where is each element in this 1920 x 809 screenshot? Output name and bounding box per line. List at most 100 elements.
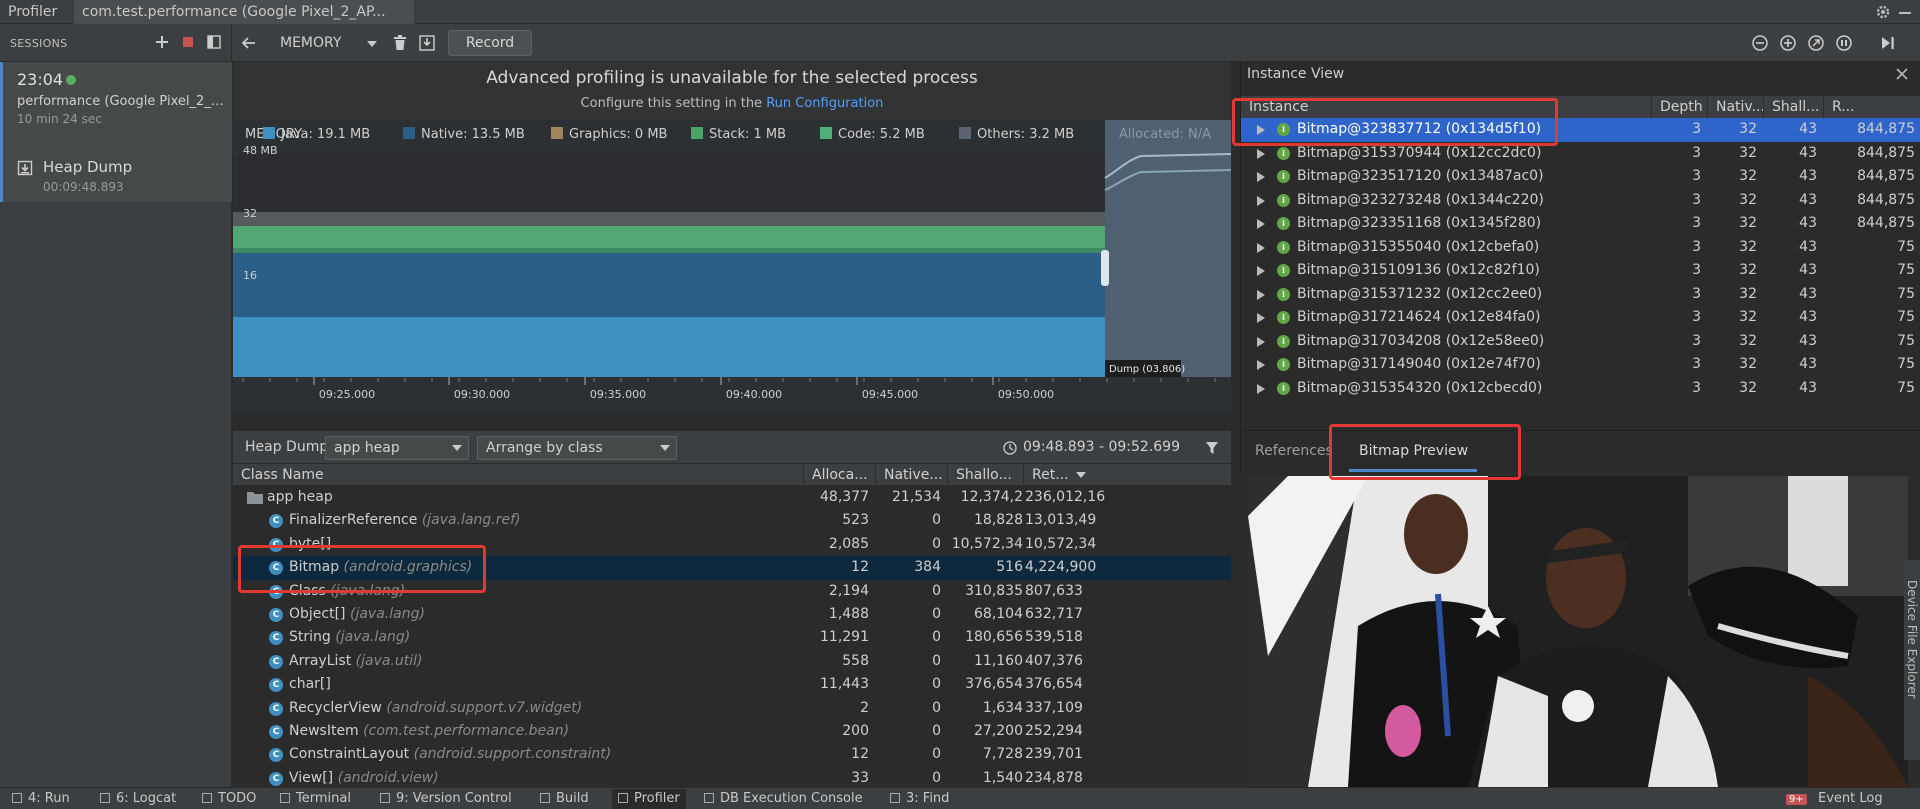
stop-session-icon[interactable]	[180, 34, 196, 50]
device-file-explorer-tab[interactable]: Device File Explorer	[1904, 560, 1920, 760]
class-row[interactable]: C View[] (android.view) 33 0 1,540 234,878	[233, 767, 1231, 787]
tool-logcat[interactable]: 6: Logcat	[100, 791, 176, 806]
expand-arrow-icon[interactable]	[1257, 172, 1265, 182]
class-name: app heap	[267, 489, 333, 505]
tool-label: 4: Run	[28, 791, 70, 806]
collapse-panel-icon[interactable]	[206, 34, 222, 50]
go-live-icon[interactable]	[1879, 34, 1897, 52]
shallow-size-cell: 12,374,2	[960, 489, 1023, 505]
gear-icon[interactable]	[1874, 3, 1892, 21]
run-configuration-link[interactable]: Run Configuration	[766, 96, 883, 111]
tool-play[interactable]: 4: Run	[12, 791, 70, 806]
column-depth[interactable]: Depth	[1651, 96, 1707, 118]
column-retained-size[interactable]: Ret...	[1023, 464, 1231, 486]
export-icon[interactable]	[418, 34, 436, 52]
class-row[interactable]: Cchar[] 11,443 0 376,654 376,654	[233, 673, 1231, 696]
tool-label: 6: Logcat	[116, 791, 177, 806]
tool-profiler[interactable]: Profiler	[612, 789, 686, 809]
retained-size-cell: 13,013,49	[1025, 512, 1097, 529]
instance-retained: 75	[1897, 356, 1915, 372]
instance-row[interactable]: i Bitmap@317034208 (0x12e58ee0) 3 32 43 75	[1241, 330, 1920, 354]
annotation-bitmap-preview-tab	[1329, 424, 1521, 480]
minimize-icon[interactable]	[1898, 3, 1912, 21]
class-row[interactable]: C FinalizerReference (java.lang.ref) 523 0 1…	[233, 509, 1231, 532]
event-log-button[interactable]: Event Log	[1818, 791, 1883, 806]
zoom-out-icon[interactable]	[1751, 34, 1769, 52]
column-shallow-size[interactable]: Shallo...	[947, 464, 1023, 486]
instance-row[interactable]: i Bitmap@315109136 (0x12c82f10) 3 32 43 75	[1241, 259, 1920, 283]
reset-zoom-icon[interactable]	[1807, 34, 1825, 52]
class-name-cell: char[]	[289, 673, 793, 696]
column-native-size[interactable]: Native...	[875, 464, 947, 486]
profiler-select[interactable]: MEMORY	[268, 30, 388, 56]
class-row[interactable]: C NewsItem (com.test.performance.bean) 200…	[233, 720, 1231, 743]
tab-references[interactable]: References	[1255, 443, 1333, 459]
instance-row[interactable]: i Bitmap@323273248 (0x1344c220) 3 32 43 844,8…	[1241, 189, 1920, 213]
tool-vcs[interactable]: 9: Version Control	[380, 791, 512, 806]
instance-row[interactable]: i Bitmap@315355040 (0x12cbefa0) 3 32 43 75	[1241, 236, 1920, 260]
back-arrow-icon[interactable]	[240, 34, 258, 52]
filter-icon[interactable]	[1205, 441, 1219, 455]
allocations-cell: 200	[842, 723, 869, 739]
tool-hammer[interactable]: Build	[540, 791, 589, 806]
column-allocations[interactable]: Alloca...	[803, 464, 875, 486]
allocations-cell: 523	[842, 512, 869, 529]
expand-arrow-icon[interactable]	[1257, 313, 1265, 323]
tool-search[interactable]: 3: Find	[890, 791, 949, 806]
legend-swatch-1	[403, 127, 415, 139]
class-row[interactable]: C ConstraintLayout (android.support.const…	[233, 743, 1231, 766]
legend-swatch-5	[959, 127, 971, 139]
instance-retained: 75	[1897, 332, 1915, 349]
column-native[interactable]: Nativ...	[1707, 96, 1763, 118]
y-max-label: 48 MB	[243, 144, 278, 157]
instance-row[interactable]: i Bitmap@323351168 (0x1345f280) 3 32 43 844,8…	[1241, 212, 1920, 236]
expand-arrow-icon[interactable]	[1257, 266, 1265, 276]
class-row[interactable]: C String (java.lang) 11,291 0 180,656 539,518	[233, 626, 1231, 649]
expand-arrow-icon[interactable]	[1257, 336, 1265, 347]
instance-row[interactable]: i Bitmap@315371232 (0x12cc2ee0) 3 32 43 75	[1241, 283, 1920, 307]
zoom-in-icon[interactable]	[1779, 34, 1797, 52]
native-size-cell: 0	[932, 699, 941, 716]
memory-chart[interactable]: Dump (03.806) MEMORY Java: 19.1 MBNative…	[233, 120, 1231, 414]
class-row[interactable]: app heap 48,377 21,534 12,374,2 236,012,16	[233, 486, 1231, 509]
class-name-cell: String (java.lang)	[289, 626, 793, 649]
tab-profiler[interactable]: Profiler	[0, 0, 65, 24]
sessions-panel: SESSIONS 23:04 performance (Google Pixel…	[0, 24, 232, 787]
class-row[interactable]: C RecyclerView (android.support.v7.widget…	[233, 697, 1231, 720]
trash-icon[interactable]	[392, 34, 408, 52]
expand-arrow-icon[interactable]	[1257, 219, 1265, 229]
instance-depth: 3	[1692, 238, 1701, 255]
tool-terminal[interactable]: Terminal	[280, 791, 351, 806]
expand-arrow-icon[interactable]	[1257, 289, 1265, 300]
expand-arrow-icon[interactable]	[1257, 360, 1265, 370]
column-class-name[interactable]: Class Name	[233, 464, 803, 486]
expand-arrow-icon[interactable]	[1257, 242, 1265, 253]
record-button[interactable]: Record	[448, 30, 532, 56]
class-package: (com.test.performance.bean)	[363, 723, 570, 739]
native-size-cell: 0	[932, 676, 941, 693]
tool-database[interactable]: DB Execution Console	[704, 791, 863, 806]
class-row[interactable]: C Object[] (java.lang) 1,488 0 68,104 632,717	[233, 603, 1231, 626]
instance-icon: i	[1277, 217, 1290, 230]
instance-row[interactable]: i Bitmap@317214624 (0x12e84fa0) 3 32 43 75	[1241, 306, 1920, 330]
tool-todo[interactable]: TODO	[202, 791, 256, 806]
arrange-select[interactable]: Arrange by class	[477, 436, 677, 460]
instance-row[interactable]: i Bitmap@317149040 (0x12e74f70) 3 32 43 75	[1241, 353, 1920, 377]
expand-arrow-icon[interactable]	[1257, 195, 1265, 206]
expand-arrow-icon[interactable]	[1257, 148, 1265, 159]
event-log-count: 9+	[1786, 794, 1807, 805]
column-retained[interactable]: R...	[1823, 96, 1920, 118]
heap-select[interactable]: app heap	[325, 436, 469, 460]
column-shallow[interactable]: Shall...	[1763, 96, 1823, 118]
expand-arrow-icon[interactable]	[1257, 383, 1265, 394]
heap-dump-label[interactable]: Heap Dump	[43, 158, 132, 176]
native-size-cell: 0	[932, 746, 941, 763]
instance-row[interactable]: i Bitmap@323517120 (0x13487ac0) 3 32 43 844,8…	[1241, 165, 1920, 189]
instance-row[interactable]: i Bitmap@315354320 (0x12cbecd0) 3 32 43 75	[1241, 377, 1920, 401]
close-icon[interactable]	[1896, 68, 1908, 80]
zoom-to-selection-icon[interactable]	[1835, 34, 1853, 52]
add-session-icon[interactable]	[154, 34, 170, 50]
class-row[interactable]: C ArrayList (java.util) 558 0 11,160 407,376	[233, 650, 1231, 673]
tab-session[interactable]: com.test.performance (Google Pixel_2_AP.…	[74, 0, 414, 24]
session-card[interactable]: 23:04 performance (Google Pixel_2_A... 1…	[0, 62, 232, 202]
